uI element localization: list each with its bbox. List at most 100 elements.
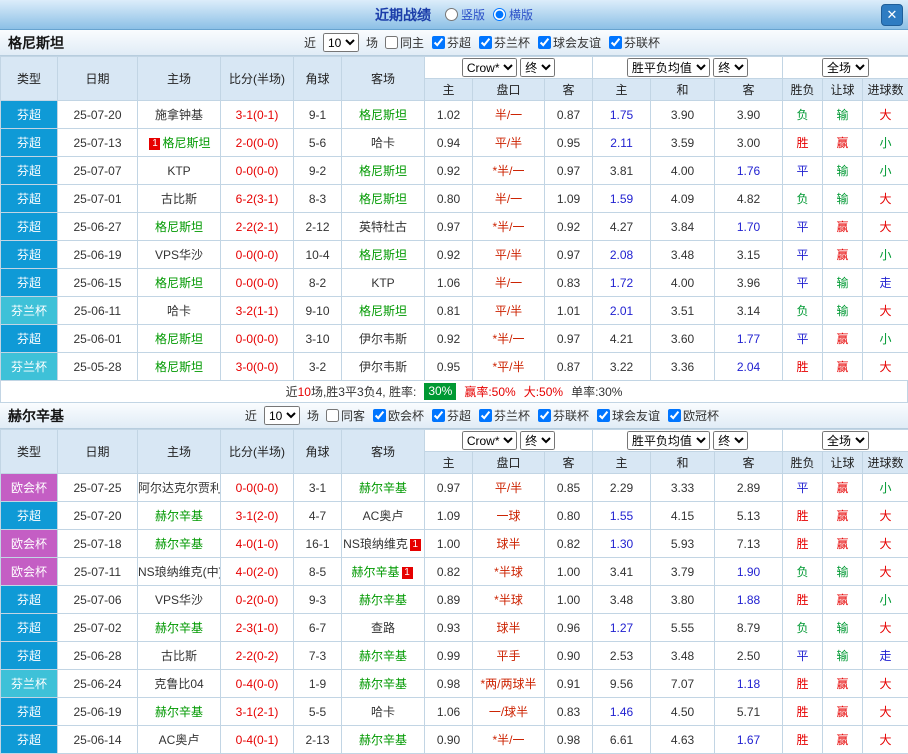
goals-result: 走 bbox=[862, 268, 908, 297]
ah-home-odds: 0.82 bbox=[424, 557, 473, 586]
avg-draw-odds: 5.93 bbox=[650, 529, 716, 558]
result: 平 bbox=[782, 324, 824, 353]
match-count-select[interactable]: 10 bbox=[263, 406, 300, 425]
ah-away-odds: 0.92 bbox=[543, 212, 594, 241]
filter-checkbox[interactable]: 芬超 bbox=[431, 34, 471, 51]
close-button[interactable]: ✕ bbox=[881, 4, 903, 26]
score: 0-4(0-0) bbox=[220, 669, 294, 698]
checkbox-input[interactable] bbox=[538, 409, 552, 422]
filter-checkbox[interactable]: 球会友谊 bbox=[597, 407, 660, 424]
result: 平 bbox=[782, 212, 824, 241]
corners: 6-7 bbox=[293, 613, 342, 642]
filter-checkbox[interactable]: 同主 bbox=[384, 34, 424, 51]
horizontal-radio-label: 横版 bbox=[509, 8, 534, 22]
odds-time-select[interactable]: 终 bbox=[520, 58, 556, 77]
asian-odds-group-header: Crow* 终 bbox=[423, 56, 594, 79]
avg-time-select[interactable]: 终 bbox=[713, 58, 749, 77]
col-ah-away: 客 bbox=[543, 78, 594, 101]
avg-odds-select[interactable]: 胜平负均值 bbox=[626, 58, 710, 77]
corners: 5-6 bbox=[293, 128, 342, 157]
avg-away-odds: 5.71 bbox=[714, 697, 784, 726]
handicap: 半/一 bbox=[472, 100, 545, 129]
checkbox-label: 同客 bbox=[340, 409, 365, 423]
scope-select[interactable]: 全场 bbox=[822, 431, 870, 450]
match-date: 25-05-28 bbox=[57, 352, 138, 381]
col-home: 主场 bbox=[137, 56, 221, 101]
cover-rate: 赢率:50% bbox=[464, 385, 516, 399]
goals-result: 大 bbox=[862, 184, 908, 213]
league-type: 芬超 bbox=[0, 100, 58, 129]
avg-away-odds: 1.18 bbox=[714, 669, 784, 698]
section-header-bar: 格尼斯坦 近 10 场 同主 芬超 芬兰杯 球会友谊 芬联杯 bbox=[0, 30, 908, 56]
filter-checkbox[interactable]: 同客 bbox=[325, 407, 365, 424]
ah-away-odds: 0.97 bbox=[543, 240, 594, 269]
avg-home-odds: 1.59 bbox=[592, 184, 652, 213]
avg-draw-odds: 3.59 bbox=[650, 128, 716, 157]
avg-draw-odds: 3.48 bbox=[650, 641, 716, 670]
ah-away-odds: 0.83 bbox=[543, 268, 594, 297]
checkbox-input[interactable] bbox=[668, 409, 682, 422]
bookmaker-select[interactable]: Crow* bbox=[461, 58, 517, 77]
home-team: 施拿钟基 bbox=[137, 100, 221, 129]
filter-checkbox[interactable]: 欧会杯 bbox=[372, 407, 424, 424]
filter-checkbox[interactable]: 芬兰杯 bbox=[479, 407, 530, 424]
col-handicap: 盘口 bbox=[472, 78, 545, 101]
avg-draw-odds: 3.36 bbox=[650, 352, 716, 381]
filter-checkbox[interactable]: 球会友谊 bbox=[538, 34, 601, 51]
avg-odds-group-header: 胜平负均值 终 bbox=[592, 56, 784, 79]
vertical-radio-input[interactable] bbox=[444, 8, 458, 21]
checkbox-label: 芬联杯 bbox=[553, 409, 590, 423]
checkbox-input[interactable] bbox=[479, 409, 492, 422]
league-type: 芬兰杯 bbox=[0, 352, 58, 381]
corners: 9-3 bbox=[293, 585, 342, 614]
checkbox-input[interactable] bbox=[431, 409, 445, 422]
handicap-result: 赢 bbox=[822, 585, 864, 614]
checkbox-input[interactable] bbox=[597, 409, 611, 422]
avg-time-select[interactable]: 终 bbox=[713, 431, 749, 450]
avg-home-odds: 3.81 bbox=[592, 156, 652, 185]
filter-checkbox[interactable]: 芬兰杯 bbox=[479, 34, 530, 51]
checkbox-input[interactable] bbox=[431, 36, 445, 49]
horizontal-radio-input[interactable] bbox=[493, 8, 506, 21]
checkbox-input[interactable] bbox=[538, 36, 552, 49]
avg-away-odds: 3.90 bbox=[714, 100, 784, 129]
corners: 9-10 bbox=[293, 296, 342, 325]
odds-time-select[interactable]: 终 bbox=[520, 431, 556, 450]
team-name: 格尼斯坦 bbox=[8, 34, 64, 51]
match-row: 欧会杯 25-07-18 赫尔辛基 4-0(1-0) 16-1 NS琅纳维克 1 1.00 球半… bbox=[0, 529, 908, 558]
bookmaker-select[interactable]: Crow* bbox=[461, 431, 517, 450]
dialog-title: 近期战绩 bbox=[374, 6, 431, 23]
avg-draw-odds: 3.84 bbox=[650, 212, 716, 241]
horizontal-layout-radio[interactable]: 横版 bbox=[493, 6, 533, 23]
checkbox-input[interactable] bbox=[384, 36, 398, 49]
result: 负 bbox=[782, 613, 824, 642]
checkbox-input[interactable] bbox=[325, 409, 339, 422]
handicap-result: 输 bbox=[822, 296, 864, 325]
avg-away-odds: 2.89 bbox=[714, 473, 784, 502]
away-team: 赫尔辛基 bbox=[341, 725, 425, 754]
avg-draw-odds: 3.33 bbox=[650, 473, 716, 502]
col-goals: 进球数 bbox=[862, 78, 908, 101]
red-card-badge: 1 bbox=[401, 567, 413, 579]
scope-select[interactable]: 全场 bbox=[822, 58, 870, 77]
handicap-result: 赢 bbox=[822, 529, 864, 558]
match-count-select[interactable]: 10 bbox=[322, 33, 359, 52]
filter-checkbox[interactable]: 芬超 bbox=[431, 407, 471, 424]
checkbox-label: 球会友谊 bbox=[553, 36, 602, 50]
checkbox-input[interactable] bbox=[479, 36, 492, 49]
match-date: 25-06-14 bbox=[57, 725, 138, 754]
checkbox-label: 芬超 bbox=[446, 409, 471, 423]
filter-checkbox[interactable]: 芬联杯 bbox=[538, 407, 589, 424]
filter-checkbox[interactable]: 欧冠杯 bbox=[668, 407, 719, 424]
avg-home-odds: 9.56 bbox=[592, 669, 652, 698]
league-type: 欧会杯 bbox=[0, 473, 58, 502]
checkbox-label: 芬联杯 bbox=[624, 36, 661, 50]
away-team: 格尼斯坦 bbox=[341, 156, 425, 185]
checkbox-input[interactable] bbox=[609, 36, 623, 49]
checkbox-input[interactable] bbox=[372, 409, 386, 422]
avg-odds-select[interactable]: 胜平负均值 bbox=[626, 431, 710, 450]
goals-result: 大 bbox=[862, 212, 908, 241]
vertical-layout-radio[interactable]: 竖版 bbox=[444, 6, 485, 23]
avg-away-odds: 2.04 bbox=[714, 352, 784, 381]
filter-checkbox[interactable]: 芬联杯 bbox=[609, 34, 660, 51]
